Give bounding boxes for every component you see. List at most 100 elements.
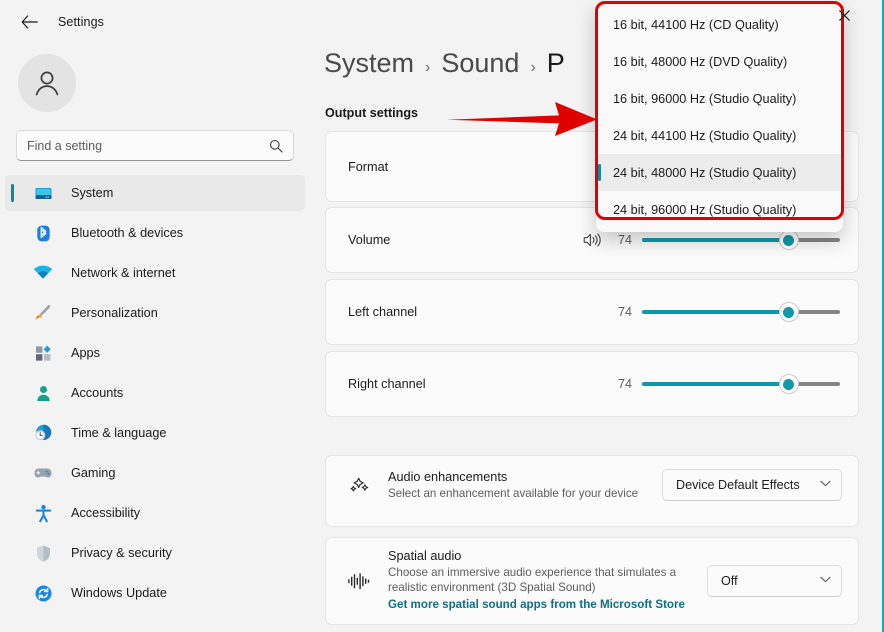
accessibility-icon: [33, 503, 53, 523]
breadcrumb-separator: ›: [530, 59, 535, 77]
sidebar-item-personalization[interactable]: Personalization: [5, 295, 305, 331]
shield-icon: [33, 543, 53, 563]
refresh-icon: [33, 583, 53, 603]
sidebar-item-label: Network & internet: [71, 266, 175, 280]
sidebar-item-label: Apps: [71, 346, 100, 360]
sidebar-item-apps[interactable]: Apps: [5, 335, 305, 371]
sparkles-icon: [346, 472, 372, 498]
right-channel-card: Right channel 74: [325, 351, 859, 417]
titlebar: Settings: [0, 0, 310, 44]
settings-window: Settings: [0, 0, 884, 632]
left-channel-card: Left channel 74: [325, 279, 859, 345]
sidebar-item-label: Accounts: [71, 386, 123, 400]
breadcrumb-separator: ›: [425, 59, 430, 77]
volume-value: 74: [612, 233, 632, 247]
sidebar-item-label: Privacy & security: [71, 546, 172, 560]
sidebar-item-bluetooth-devices[interactable]: Bluetooth & devices: [5, 215, 305, 251]
audio-enhancements-dropdown[interactable]: Device Default Effects: [662, 469, 842, 501]
slider-fill: [642, 238, 789, 242]
breadcrumb-item-current: P: [547, 48, 565, 79]
right-channel-label: Right channel: [348, 377, 426, 391]
format-dropdown-flyout: 16 bit, 44100 Hz (CD Quality) 16 bit, 48…: [596, 2, 843, 232]
bluetooth-icon: [33, 223, 53, 243]
user-avatar-icon: [30, 66, 64, 100]
profile-section: [18, 54, 310, 112]
sidebar-item-label: Accessibility: [71, 506, 140, 520]
back-button[interactable]: [12, 6, 46, 38]
audio-enhancements-selected: Device Default Effects: [676, 478, 800, 492]
right-channel-slider[interactable]: [642, 375, 840, 393]
breadcrumb-item-sound[interactable]: Sound: [441, 48, 519, 79]
format-option-label: 16 bit, 48000 Hz (DVD Quality): [613, 55, 787, 69]
slider-fill: [642, 382, 789, 386]
format-option[interactable]: 16 bit, 48000 Hz (DVD Quality): [596, 43, 843, 80]
close-icon: [839, 10, 850, 21]
sidebar-nav: System Bluetooth & devices: [0, 175, 310, 611]
sidebar-item-label: Windows Update: [71, 586, 167, 600]
spatial-audio-description: Choose an immersive audio experience tha…: [388, 565, 691, 595]
monitor-icon: [33, 183, 53, 203]
breadcrumb: System › Sound › P: [324, 48, 565, 79]
format-option-label: 24 bit, 96000 Hz (Studio Quality): [613, 203, 796, 217]
sidebar-item-accessibility[interactable]: Accessibility: [5, 495, 305, 531]
waveform-icon: [346, 568, 372, 594]
person-icon: [33, 383, 53, 403]
slider-thumb[interactable]: [779, 230, 799, 250]
volume-slider[interactable]: [642, 231, 840, 249]
format-option[interactable]: 24 bit, 44100 Hz (Studio Quality): [596, 117, 843, 154]
spatial-audio-dropdown[interactable]: Off: [707, 565, 842, 597]
sidebar-item-accounts[interactable]: Accounts: [5, 375, 305, 411]
sidebar-item-windows-update[interactable]: Windows Update: [5, 575, 305, 611]
format-option-selected[interactable]: 24 bit, 48000 Hz (Studio Quality): [596, 154, 843, 191]
close-button[interactable]: [822, 0, 866, 30]
format-option-label: 16 bit, 96000 Hz (Studio Quality): [613, 92, 796, 106]
search-box[interactable]: [16, 130, 294, 161]
avatar[interactable]: [18, 54, 76, 112]
sidebar-item-network-internet[interactable]: Network & internet: [5, 255, 305, 291]
sidebar: Settings: [0, 0, 310, 632]
format-option[interactable]: 24 bit, 96000 Hz (Studio Quality): [596, 191, 843, 228]
audio-enhancements-card: Audio enhancements Select an enhancement…: [325, 455, 859, 527]
format-option-label: 24 bit, 44100 Hz (Studio Quality): [613, 129, 796, 143]
breadcrumb-item-system[interactable]: System: [324, 48, 414, 79]
paintbrush-icon: [33, 303, 53, 323]
slider-thumb[interactable]: [779, 374, 799, 394]
sidebar-item-label: System: [71, 186, 113, 200]
audio-enhancements-description: Select an enhancement available for your…: [388, 486, 646, 501]
format-option[interactable]: 16 bit, 44100 Hz (CD Quality): [596, 6, 843, 43]
sidebar-item-gaming[interactable]: Gaming: [5, 455, 305, 491]
sidebar-item-label: Time & language: [71, 426, 166, 440]
format-option[interactable]: 16 bit, 96000 Hz (Studio Quality): [596, 80, 843, 117]
format-option-label: 16 bit, 44100 Hz (CD Quality): [613, 18, 779, 32]
sidebar-item-label: Gaming: [71, 466, 115, 480]
sidebar-item-privacy-security[interactable]: Privacy & security: [5, 535, 305, 571]
wifi-icon: [33, 263, 53, 283]
spatial-audio-store-link[interactable]: Get more spatial sound apps from the Mic…: [388, 598, 685, 611]
app-title: Settings: [58, 15, 104, 29]
sidebar-item-system[interactable]: System: [5, 175, 305, 211]
apps-icon: [33, 343, 53, 363]
audio-enhancements-title: Audio enhancements: [388, 470, 646, 484]
clock-globe-icon: [33, 423, 53, 443]
sidebar-item-time-language[interactable]: Time & language: [5, 415, 305, 451]
format-label: Format: [348, 160, 388, 174]
volume-label: Volume: [348, 233, 390, 247]
left-channel-label: Left channel: [348, 305, 417, 319]
format-option-label: 24 bit, 48000 Hz (Studio Quality): [613, 166, 796, 180]
left-channel-value: 74: [612, 305, 632, 319]
spatial-audio-selected: Off: [721, 574, 738, 588]
section-title: Output settings: [325, 106, 418, 120]
slider-thumb[interactable]: [779, 302, 799, 322]
spatial-audio-card: Spatial audio Choose an immersive audio …: [325, 537, 859, 625]
left-channel-slider[interactable]: [642, 303, 840, 321]
search-input[interactable]: [27, 139, 269, 153]
speaker-wave-icon[interactable]: [583, 232, 602, 248]
arrow-left-icon: [21, 15, 38, 29]
chevron-down-icon: [820, 480, 831, 490]
search-icon[interactable]: [269, 139, 283, 153]
sidebar-item-label: Bluetooth & devices: [71, 226, 183, 240]
gamepad-icon: [33, 463, 53, 483]
slider-fill: [642, 310, 789, 314]
chevron-down-icon: [820, 576, 831, 586]
right-channel-value: 74: [612, 377, 632, 391]
